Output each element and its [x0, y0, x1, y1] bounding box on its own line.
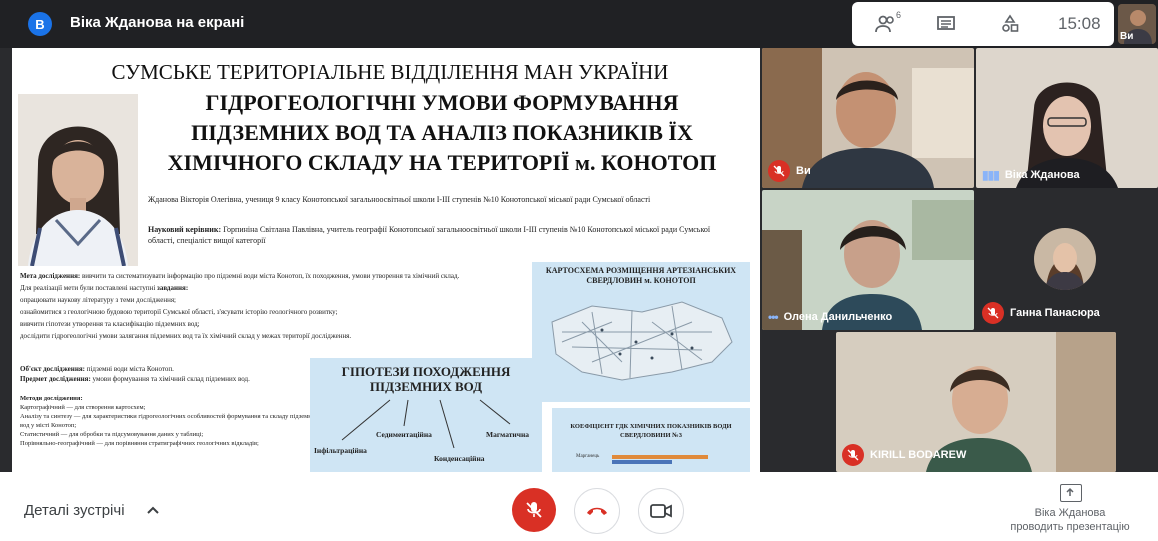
coefficient-chart: КОЕФІЦІЄНТ ГДК ХІМІЧНИХ ПОКАЗНИКІВ ВОДИ …	[552, 408, 750, 472]
participant-name: Олена Данильченко	[783, 311, 893, 323]
participant-count: 6	[896, 10, 902, 20]
coef-bar	[612, 460, 672, 464]
top-bar: В Віка Жданова на екрані 6 15:08 Ви	[0, 0, 1158, 48]
subject-label: Предмет дослідження:	[20, 375, 91, 383]
aim-label: Мета дослідження:	[20, 272, 81, 280]
participant-tile[interactable]: Ганна Панасюра	[976, 190, 1158, 330]
participant-avatar	[1034, 228, 1096, 290]
task-item: ознайомитися з геологічною будовою терит…	[20, 308, 338, 316]
hypothesis-item: Інфільтраційна	[314, 446, 367, 455]
mic-off-icon	[842, 444, 864, 466]
hypothesis-item: Магматична	[486, 430, 530, 439]
hang-up-icon	[587, 507, 607, 515]
participant-name: Ганна Панасюра	[1010, 307, 1100, 319]
coef-row-label: Марганець	[576, 454, 600, 459]
participant-tile[interactable]: Ви	[762, 48, 974, 188]
camera-icon	[650, 504, 672, 518]
mic-off-icon	[982, 302, 1004, 324]
method-item: Статистичний — для обробки та підсумовув…	[20, 431, 204, 438]
task-item: дослідити гідрогеологічні умови заляганн…	[20, 332, 352, 340]
self-label: Ви	[1120, 31, 1134, 42]
participant-tile[interactable]: ▮▮▮ Віка Жданова	[976, 48, 1158, 188]
speaking-indicator-icon: ▮▮▮	[982, 168, 1000, 182]
slide-title-line: ГІДРОГЕОЛОГІЧНІ УМОВИ ФОРМУВАННЯ	[205, 90, 679, 115]
hypothesis-item: Седиментаційна	[376, 430, 432, 439]
slide-organization: СУМСЬКЕ ТЕРИТОРІАЛЬНЕ ВІДДІЛЕННЯ МАН УКР…	[111, 60, 669, 84]
end-call-button[interactable]	[574, 488, 620, 534]
participant-name: KIRILL BODAREW	[870, 449, 967, 461]
participant-video	[762, 190, 974, 330]
author-portrait	[18, 94, 138, 266]
task-item: опрацювати наукову літературу з теми дос…	[20, 296, 176, 304]
slide-object-subject: Об'єкт дослідження: підземні води міста …	[20, 364, 320, 384]
participant-video	[976, 48, 1158, 188]
mic-off-icon	[768, 160, 790, 182]
participant-name-tag: Ганна Панасюра	[982, 302, 1100, 324]
method-item: Порівняльно-географічний — для порівнянн…	[20, 440, 259, 447]
coef-title: КОЕФІЦІЄНТ ГДК ХІМІЧНИХ ПОКАЗНИКІВ ВОДИ …	[570, 423, 732, 439]
bottom-bar: Деталі зустрічі Віка Жданова проводить п…	[0, 472, 1158, 541]
participant-name-tag: KIRILL BODAREW	[842, 444, 966, 466]
slide-title-line: ПІДЗЕМНИХ ВОД ТА АНАЛІЗ ПОКАЗНИКІВ ЇХ	[191, 120, 693, 145]
presentation-slide: СУМСЬКЕ ТЕРИТОРІАЛЬНЕ ВІДДІЛЕННЯ МАН УКР…	[12, 48, 760, 472]
slide-aims: Мета дослідження: вивчити та систематизу…	[20, 270, 520, 342]
slide-author: Жданова Вікторія Олегівна, учениця 9 кла…	[148, 195, 651, 204]
slide-title-line: ХІМІЧНОГО СКЛАДУ НА ТЕРИТОРІЇ м. КОНОТОП	[167, 150, 717, 175]
map-image	[551, 301, 733, 381]
presenting-text: проводить презентацію	[1010, 521, 1130, 533]
meeting-details-button[interactable]: Деталі зустрічі	[24, 502, 125, 519]
presenting-status: Віка Жданова проводить презентацію	[990, 506, 1150, 534]
task-item: вивчити гіпотези утворення та класифікац…	[20, 320, 200, 328]
participant-tile[interactable]: KIRILL BODAREW	[836, 332, 1116, 472]
presenter-avatar: В	[28, 12, 52, 36]
participant-name-tag: Ви	[768, 160, 811, 182]
speaking-indicator-icon: •••	[768, 310, 779, 324]
top-controls: 6 15:08	[852, 2, 1114, 46]
mic-toggle-button[interactable]	[512, 488, 556, 532]
clock: 15:08	[1058, 14, 1101, 33]
hypotheses-diagram: ГІПОТЕЗИ ПОХОДЖЕННЯ ПІДЗЕМНИХ ВОД Інфіль…	[310, 358, 542, 472]
object-text: підземні води міста Конотоп.	[86, 365, 174, 373]
chat-icon[interactable]	[934, 12, 958, 36]
participant-name-tag: ▮▮▮ Віка Жданова	[982, 168, 1080, 182]
aim-text: вивчити та систематизувати інформацію пр…	[81, 272, 460, 280]
participant-name: Віка Жданова	[1004, 169, 1080, 181]
methods-label: Методи дослідження:	[20, 395, 83, 402]
wells-map: КАРТОСХЕМА РОЗМІЩЕННЯ АРТЕЗІАНСЬКИХ СВЕР…	[532, 262, 750, 402]
activities-icon[interactable]	[998, 12, 1022, 36]
chevron-up-icon[interactable]	[146, 503, 160, 517]
slide-advisor: Науковий керівник: Горпиніна Світлана Па…	[148, 224, 738, 246]
method-item: Аналізу та синтезу — для характеристики …	[20, 413, 319, 429]
subject-text: умови формування та хімічний склад підзе…	[92, 375, 250, 383]
people-icon[interactable]: 6	[874, 10, 902, 36]
mic-off-icon	[526, 502, 542, 518]
participant-tile[interactable]: ••• Олена Данильченко	[762, 190, 974, 330]
camera-toggle-button[interactable]	[638, 488, 684, 534]
tasks-intro: Для реалізації мети були поставлені наст…	[20, 284, 156, 292]
presenter-title: Віка Жданова на екрані	[70, 14, 245, 31]
advisor-text: Горпиніна Світлана Павлівна, учитель гео…	[148, 225, 711, 245]
object-label: Об'єкт дослідження:	[20, 365, 85, 373]
slide-title: ГІДРОГЕОЛОГІЧНІ УМОВИ ФОРМУВАННЯ ПІДЗЕМН…	[142, 88, 742, 178]
coef-bar	[612, 455, 708, 459]
participant-name: Ви	[796, 165, 811, 177]
self-video-thumbnail[interactable]: Ви	[1118, 4, 1156, 44]
method-item: Картографічний — для створення картосхем…	[20, 404, 146, 411]
participant-name-tag: ••• Олена Данильченко	[768, 310, 892, 324]
advisor-label: Науковий керівник:	[148, 225, 222, 234]
slide-methods: Методи дослідження: Картографічний — для…	[20, 394, 320, 448]
tasks-label: завдання:	[157, 284, 189, 292]
hypothesis-item: Конденсаційна	[434, 454, 485, 463]
present-screen-icon[interactable]	[1060, 484, 1082, 502]
presenting-name: Віка Жданова	[1034, 507, 1106, 519]
